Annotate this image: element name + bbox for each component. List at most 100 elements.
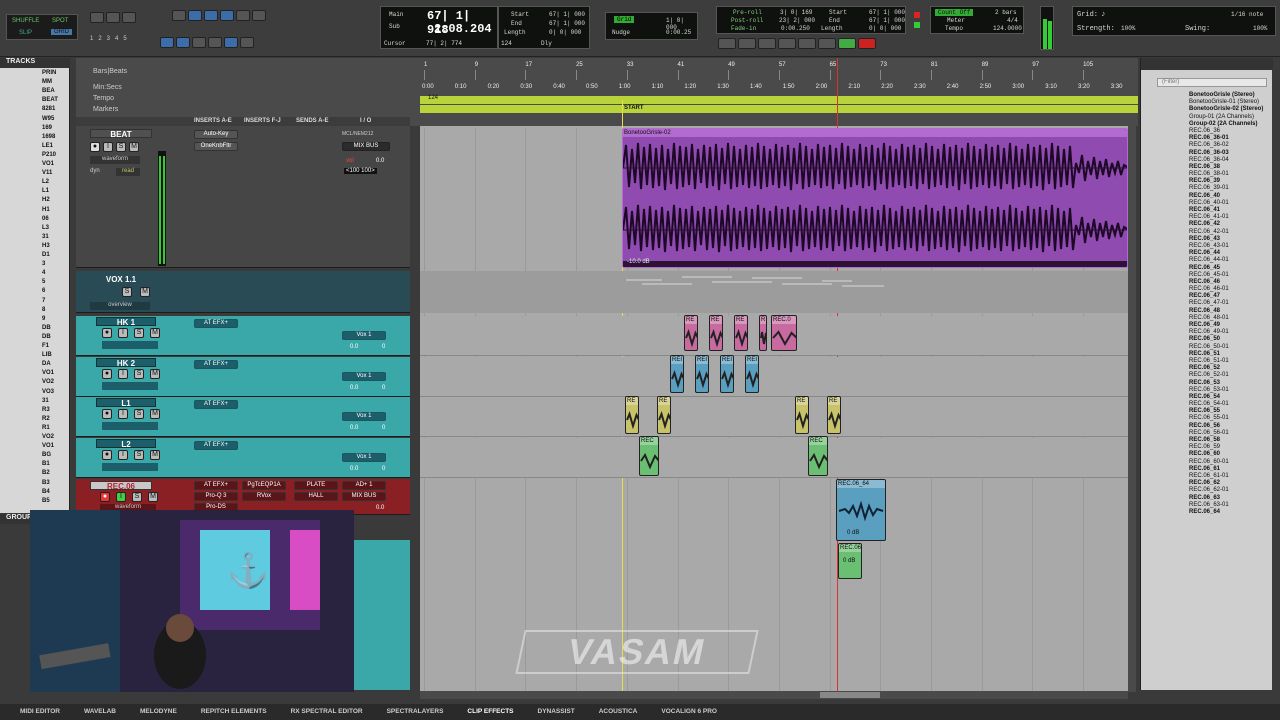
- clip-list-item[interactable]: REC.06_51-01: [1189, 358, 1273, 365]
- clip-list-item[interactable]: REC.06_60: [1189, 451, 1273, 458]
- clip-list-item[interactable]: REC.06_64: [1189, 509, 1273, 516]
- region-clip[interactable]: REI: [720, 355, 734, 393]
- grid-label[interactable]: Grid: [614, 16, 635, 23]
- tracks-list-item[interactable]: 3: [42, 261, 45, 267]
- subtrack-view-selector[interactable]: [102, 381, 158, 390]
- region-clip[interactable]: RE: [625, 396, 639, 434]
- tracks-list-item[interactable]: B3: [42, 480, 50, 486]
- clip-list-item[interactable]: REC.06_52: [1189, 365, 1273, 372]
- tracks-list-item[interactable]: BG: [42, 452, 51, 458]
- clip-list-item[interactable]: BonetooGrisle-02 (Stereo): [1189, 106, 1273, 113]
- marker-lane[interactable]: [420, 105, 1138, 113]
- subtrack-name[interactable]: HK 1: [96, 317, 156, 327]
- clip-list-item[interactable]: REC.06_45-01: [1189, 272, 1273, 279]
- clip-list-item[interactable]: REC.06_44-01: [1189, 257, 1273, 264]
- rec06-clip-gain[interactable]: 0 dB: [843, 558, 855, 564]
- tracks-list-item[interactable]: B5: [42, 498, 50, 504]
- subtrack-pan[interactable]: 0: [382, 385, 385, 391]
- subtrack-pan[interactable]: 0: [382, 425, 385, 431]
- subtrack-vol[interactable]: 0.0: [350, 344, 358, 350]
- tracks-list-item[interactable]: B1: [42, 461, 50, 467]
- record-icon[interactable]: [858, 38, 876, 49]
- time-ruler[interactable]: 0:00 0:10 0:20 0:30 0:40 0:50 1:00 1:10 1:20 1:30…: [420, 82, 1138, 94]
- subtrack-name[interactable]: HK 2: [96, 357, 156, 368]
- tracks-list-item[interactable]: L1: [42, 188, 49, 194]
- tracks-list-item[interactable]: P210: [42, 152, 56, 158]
- clip-list-item[interactable]: REC.06_61: [1189, 466, 1273, 473]
- clip-list-item[interactable]: BonetooGrisle (Stereo): [1189, 92, 1273, 99]
- region-clip[interactable]: RE: [734, 315, 748, 351]
- bottom-tab[interactable]: SPECTRALAYERS: [375, 708, 456, 715]
- bottom-tab[interactable]: WAVELAB: [72, 708, 128, 715]
- clip-list-item[interactable]: REC.06_56: [1189, 423, 1273, 430]
- subtrack-vol[interactable]: 0.0: [350, 466, 358, 472]
- tracks-list-item[interactable]: 1698: [42, 134, 55, 140]
- subtrack-mute-button[interactable]: M: [150, 409, 160, 419]
- subtrack-vol[interactable]: 0.0: [350, 425, 358, 431]
- postroll-label[interactable]: Post-roll: [731, 17, 763, 24]
- record-arm-button[interactable]: ●: [90, 142, 100, 152]
- clip-list-item[interactable]: REC.06_47: [1189, 293, 1273, 300]
- clip-list-item[interactable]: REC.06_61-01: [1189, 473, 1273, 480]
- send-bus[interactable]: MIX BUS: [342, 142, 390, 151]
- clip-list-item[interactable]: REC.06_36-02: [1189, 142, 1273, 149]
- subtrack-solo-button[interactable]: S: [134, 449, 144, 460]
- clip-list-item[interactable]: REC.06_44: [1189, 250, 1273, 257]
- tracks-list-item[interactable]: L3: [42, 225, 49, 231]
- zoom-controls[interactable]: [90, 12, 150, 26]
- tracks-list-item[interactable]: 31: [42, 234, 49, 240]
- rec06-vol[interactable]: 0.0: [376, 505, 384, 511]
- subtrack-insert[interactable]: AT EFX+: [194, 440, 238, 450]
- rec06-input-button[interactable]: I: [116, 492, 126, 502]
- selector-tool-icon[interactable]: [204, 10, 218, 21]
- region-clip[interactable]: REI: [670, 355, 684, 393]
- rec06-mute-button[interactable]: M: [148, 492, 158, 502]
- clip-list-item[interactable]: REC.06_43-01: [1189, 243, 1273, 250]
- tracks-list-item[interactable]: DB: [42, 334, 51, 340]
- main-counter[interactable]: Main 67| 1| 918 Sub 2:08.204 Cursor 77| …: [380, 6, 498, 49]
- clip-list-item[interactable]: REC.06_43: [1189, 236, 1273, 243]
- clip-list-item[interactable]: REC.06_40-01: [1189, 200, 1273, 207]
- region-clip[interactable]: RE: [657, 396, 671, 434]
- subtrack-input-button[interactable]: I: [118, 409, 128, 419]
- tracks-list-item[interactable]: V11: [42, 170, 52, 176]
- subtrack-pan[interactable]: 0: [382, 466, 385, 472]
- beat-track-name[interactable]: BEAT: [90, 129, 152, 139]
- bottom-tab[interactable]: DYNASSIST: [526, 708, 587, 715]
- tracks-list-item[interactable]: 8281: [42, 106, 55, 112]
- clip-list-item[interactable]: REC.06_36: [1189, 128, 1273, 135]
- rec06-send-a[interactable]: PLATE: [294, 481, 338, 490]
- clip-list-item[interactable]: REC.06_50-01: [1189, 344, 1273, 351]
- clips-filter-input[interactable]: (Filter): [1157, 78, 1267, 87]
- beat-clip[interactable]: BonetooGrisle-02 -10.0 dB: [622, 128, 1128, 268]
- tracks-list-item[interactable]: L2: [42, 179, 49, 185]
- tracks-list-item[interactable]: DB: [42, 325, 51, 331]
- subtrack-view-selector[interactable]: [102, 462, 158, 471]
- tracks-list-item[interactable]: 4: [42, 270, 45, 276]
- clip-list-item[interactable]: REC.06_39: [1189, 178, 1273, 185]
- input-monitor-button[interactable]: I: [103, 142, 113, 152]
- clip-list-item[interactable]: REC.06_36-04: [1189, 157, 1273, 164]
- tracks-list-item[interactable]: H2: [42, 197, 50, 203]
- vox-folder-name[interactable]: VOX 1.1: [90, 275, 152, 284]
- subtrack-input-button[interactable]: I: [118, 368, 128, 379]
- clip-list-item[interactable]: REC.06_48: [1189, 308, 1273, 315]
- selection-counters[interactable]: Start 67| 1| 000 End 67| 1| 000 Length 0…: [498, 6, 590, 49]
- tracks-list-item[interactable]: VO3: [42, 389, 54, 395]
- clip-list-item[interactable]: REC.06_54: [1189, 394, 1273, 401]
- subtrack-input-button[interactable]: I: [118, 328, 128, 338]
- clip-list-item[interactable]: REC.06_62: [1189, 480, 1273, 487]
- tracks-list-item[interactable]: R3: [42, 407, 50, 413]
- tracks-list-item[interactable]: VO1: [42, 370, 54, 376]
- tracks-list-item[interactable]: D1: [42, 252, 50, 258]
- pencil-tool-icon[interactable]: [252, 10, 266, 21]
- clip-list-item[interactable]: REC.06_59: [1189, 444, 1273, 451]
- tracks-list-item[interactable]: B4: [42, 489, 50, 495]
- subtrack-insert[interactable]: AT EFX+: [194, 359, 238, 369]
- subtrack-input-button[interactable]: I: [118, 449, 128, 460]
- dyn-label[interactable]: dyn: [90, 168, 100, 174]
- tracks-list-item[interactable]: BEAT: [42, 97, 58, 103]
- subtrack-vol[interactable]: 0.0: [350, 385, 358, 391]
- clip-list-item[interactable]: REC.06_63-01: [1189, 502, 1273, 509]
- clip-list-item[interactable]: REC.06_36-03: [1189, 150, 1273, 157]
